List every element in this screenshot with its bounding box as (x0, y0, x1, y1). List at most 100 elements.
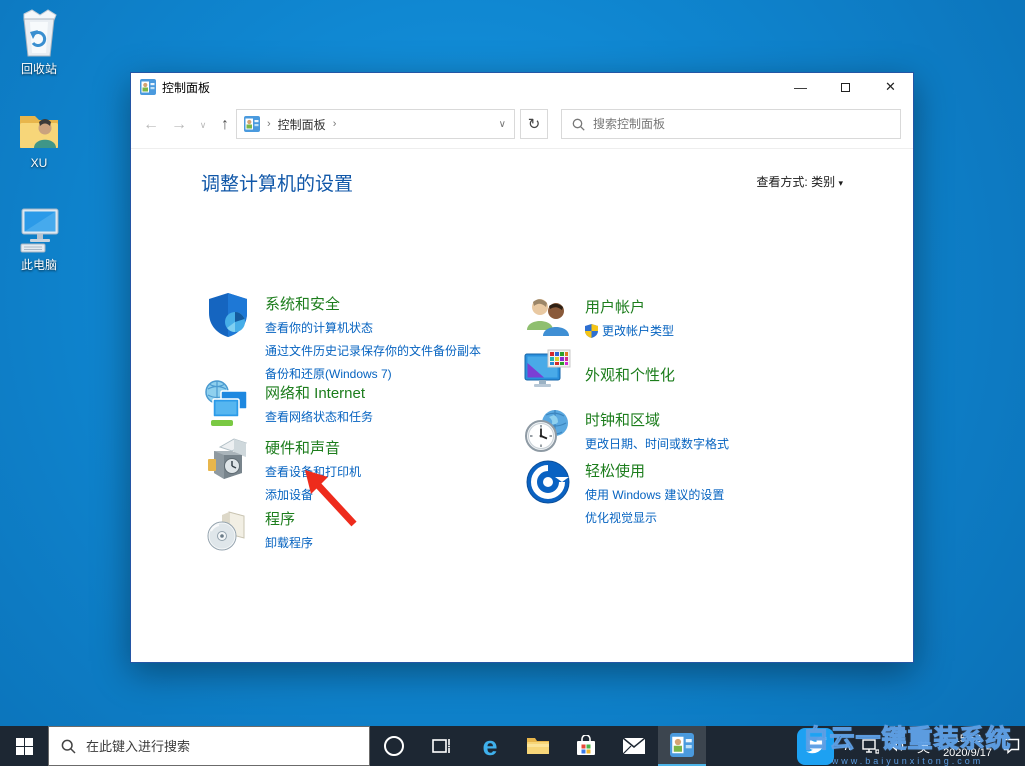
category-title-clock-region[interactable]: 时钟和区域 (585, 409, 729, 430)
up-icon: ↑ (221, 116, 229, 133)
link-view-network-status[interactable]: 查看网络状态和任务 (265, 408, 373, 425)
breadcrumb-control-panel[interactable]: 控制面板 (278, 116, 326, 133)
link-view-devices-printers[interactable]: 查看设备和打印机 (265, 463, 361, 480)
this-pc-icon (20, 208, 59, 253)
desktop: 回收站 XU 此电脑 控制面板 — ✕ ← → ∨ ↑ › 控制面板 › ∨ ↻… (0, 0, 1025, 766)
ease-of-access-icon (526, 460, 570, 504)
close-icon: ✕ (885, 79, 896, 94)
forward-button[interactable]: → (167, 113, 191, 137)
view-by-control: 查看方式: 类别 ▾ (756, 173, 843, 190)
task-view-icon (432, 739, 450, 753)
windows-logo-icon (15, 737, 33, 755)
up-button[interactable]: ↑ (213, 113, 237, 137)
maximize-icon (841, 82, 850, 92)
edge-icon: e (482, 730, 498, 761)
address-dropdown-button[interactable]: ∨ (491, 119, 514, 130)
category-title-user-accounts[interactable]: 用户帐户 (585, 296, 674, 317)
taskbar-search-box[interactable] (48, 726, 370, 766)
cortana-icon (384, 736, 404, 756)
category-user-accounts: 用户帐户 更改帐户类型 (524, 294, 674, 345)
action-center-button[interactable] (998, 726, 1025, 766)
window-search-box[interactable] (561, 109, 901, 139)
edge-button[interactable]: e (466, 726, 514, 766)
cortana-button[interactable] (370, 726, 418, 766)
network-tray-button[interactable] (857, 726, 884, 766)
desktop-icon-this-pc[interactable]: 此电脑 (0, 204, 78, 273)
category-system-security: 系统和安全 查看你的计算机状态 通过文件历史记录保存你的文件备份副本 备份和还原… (204, 291, 481, 388)
category-programs: 程序 卸载程序 (204, 506, 313, 557)
taskbar-search-input[interactable] (86, 738, 369, 754)
maximize-button[interactable] (823, 73, 868, 101)
clock-time: 15:52 (953, 732, 982, 745)
link-change-account-type[interactable]: 更改帐户类型 (585, 322, 674, 339)
store-button[interactable] (562, 726, 610, 766)
breadcrumb-separator: › (267, 118, 271, 130)
category-appearance-personalization: 外观和个性化 (524, 347, 675, 395)
network-icon (862, 738, 880, 754)
link-change-date-time-format[interactable]: 更改日期、时间或数字格式 (585, 435, 729, 452)
ime-indicator[interactable]: 英 (910, 726, 937, 766)
desktop-icon-xu-folder[interactable]: XU (0, 106, 78, 170)
desktop-icon-label: 此电脑 (20, 258, 57, 272)
refresh-icon: ↻ (527, 116, 541, 133)
clock-region-icon (525, 410, 568, 452)
view-by-value-link[interactable]: 类别 (811, 175, 835, 189)
link-optimize-visual-display[interactable]: 优化视觉显示 (585, 509, 724, 526)
category-title-appearance[interactable]: 外观和个性化 (585, 364, 675, 385)
window-toolbar: ← → ∨ ↑ › 控制面板 › ∨ ↻ (131, 101, 913, 149)
category-title-system-security[interactable]: 系统和安全 (265, 293, 481, 314)
uac-shield-icon (585, 323, 598, 338)
category-title-programs[interactable]: 程序 (265, 508, 313, 529)
desktop-icon-label: XU (30, 156, 48, 170)
view-by-label: 查看方式: (756, 175, 808, 189)
search-icon (61, 739, 76, 754)
category-title-hardware-sound[interactable]: 硬件和声音 (265, 437, 361, 458)
breadcrumb-separator[interactable]: › (333, 118, 337, 130)
category-title-network-internet[interactable]: 网络和 Internet (265, 382, 373, 403)
category-network-internet: 网络和 Internet 查看网络状态和任务 (204, 380, 373, 431)
control-panel-icon (244, 116, 260, 132)
link-add-device[interactable]: 添加设备 (265, 486, 361, 503)
mail-button[interactable] (610, 726, 658, 766)
back-icon: ← (143, 116, 159, 133)
clock-date: 2020/9/17 (943, 747, 992, 759)
system-tray: ∧ 英 15:52 2020/9/17 (797, 726, 1025, 766)
control-panel-icon (670, 733, 694, 757)
link-file-history-backup[interactable]: 通过文件历史记录保存你的文件备份副本 (265, 342, 481, 359)
address-bar[interactable]: › 控制面板 › ∨ (236, 109, 515, 139)
mail-icon (622, 737, 646, 755)
speaker-icon (890, 740, 904, 752)
window-search-input[interactable] (593, 117, 900, 131)
file-explorer-icon (527, 738, 549, 754)
user-accounts-icon (527, 299, 569, 336)
minimize-button[interactable]: — (778, 73, 823, 101)
bird-icon (805, 736, 827, 754)
category-title-ease-of-access[interactable]: 轻松使用 (585, 460, 724, 481)
back-button[interactable]: ← (139, 113, 163, 137)
category-hardware-sound: 硬件和声音 查看设备和打印机 添加设备 (204, 435, 361, 509)
control-panel-taskbar-button[interactable] (658, 726, 706, 766)
system-security-icon (209, 293, 247, 337)
volume-tray-button[interactable] (884, 726, 910, 766)
recent-pages-dropdown[interactable]: ∨ (191, 113, 215, 137)
category-clock-region: 时钟和区域 更改日期、时间或数字格式 (524, 407, 729, 458)
page-title: 调整计算机的设置 (201, 174, 354, 195)
refresh-button[interactable]: ↻ (520, 109, 548, 139)
start-button[interactable] (0, 726, 48, 766)
task-view-button[interactable] (418, 726, 466, 766)
link-uninstall-program[interactable]: 卸载程序 (265, 534, 313, 551)
hidden-icons-chevron[interactable]: ∧ (838, 726, 857, 766)
desktop-icon-recycle-bin[interactable]: 回收站 (0, 8, 78, 77)
close-button[interactable]: ✕ (868, 73, 913, 101)
taskbar-clock[interactable]: 15:52 2020/9/17 (937, 732, 998, 761)
hardware-sound-icon (208, 438, 248, 479)
recycle-bin-icon (23, 9, 57, 57)
link-check-computer-status[interactable]: 查看你的计算机状态 (265, 319, 481, 336)
window-titlebar[interactable]: 控制面板 — ✕ (131, 73, 913, 101)
forward-icon: → (171, 116, 187, 133)
user-folder-icon (20, 116, 58, 148)
chevron-down-icon[interactable]: ▾ (838, 178, 843, 188)
link-label: 更改帐户类型 (602, 324, 675, 338)
file-explorer-button[interactable] (514, 726, 562, 766)
link-suggested-settings[interactable]: 使用 Windows 建议的设置 (585, 486, 724, 503)
